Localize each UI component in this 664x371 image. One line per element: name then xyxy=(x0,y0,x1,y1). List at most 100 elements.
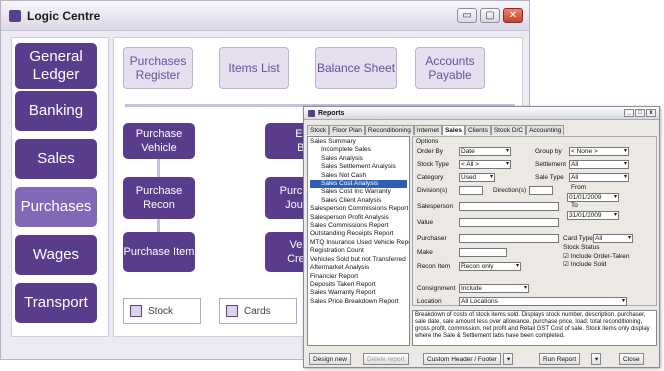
reports-maximize-button[interactable]: □ xyxy=(635,109,645,117)
run-dropdown-button[interactable]: ▾ xyxy=(591,353,601,365)
tree-item[interactable]: Sales Analysis xyxy=(310,155,407,163)
report-tab-stock[interactable]: Stock xyxy=(307,125,330,135)
title-bar: Logic Centre ▭ ▢ ✕ xyxy=(1,1,529,31)
purchase-vehicle-button[interactable]: Purchase Vehicle xyxy=(123,123,195,159)
items-list-button[interactable]: Items List xyxy=(219,47,289,89)
nav-general-ledger[interactable]: General Ledger xyxy=(15,43,97,89)
recon-select[interactable]: Recon only xyxy=(459,262,521,271)
sale-type-select[interactable]: All xyxy=(569,173,629,182)
report-tab-clients[interactable]: Clients xyxy=(464,125,491,135)
direction-label: Direction(s) xyxy=(493,187,527,194)
tree-item[interactable]: Sales Client Analysis xyxy=(310,197,407,205)
order-by-label: Order By xyxy=(417,148,444,155)
order-taken-checkbox[interactable]: ☑ Include Order-Taken xyxy=(563,252,630,260)
run-report-button[interactable]: Run Report xyxy=(539,353,581,365)
tree-item[interactable]: Deposits Taken Report xyxy=(310,281,407,289)
report-tab-accounting[interactable]: Accounting xyxy=(526,125,565,135)
tree-item[interactable]: Sales Cost Inc Warranty xyxy=(310,188,407,196)
nav-purchases[interactable]: Purchases xyxy=(15,187,97,227)
custom-header-footer-button[interactable]: Custom Header / Footer xyxy=(423,353,501,365)
report-tab-floor-plan[interactable]: Floor Plan xyxy=(329,125,365,135)
stock-type-select[interactable]: < All > xyxy=(459,160,511,169)
accounts-payable-button[interactable]: Accounts Payable xyxy=(415,47,485,89)
salesperson-input[interactable] xyxy=(459,202,559,211)
close-report-button[interactable]: Close xyxy=(619,353,644,365)
custom-dropdown-button[interactable]: ▾ xyxy=(503,353,513,365)
tree-item[interactable]: Sales Settlement Analysis xyxy=(310,163,407,171)
purchase-recon-button[interactable]: Purchase Recon xyxy=(123,177,195,219)
report-tab-internet[interactable]: Internet xyxy=(413,125,442,135)
options-label: Options xyxy=(416,138,439,145)
category-label: Category xyxy=(417,174,444,181)
reports-close-button[interactable]: x xyxy=(646,109,656,117)
salesperson-label: Salesperson xyxy=(417,203,454,210)
stock-type-label: Stock Type xyxy=(417,161,450,168)
tree-item[interactable]: Aftermarket Analysis xyxy=(310,264,407,272)
make-input[interactable] xyxy=(459,248,507,257)
settlement-select[interactable]: All xyxy=(569,160,629,169)
tree-item[interactable]: Salesperson Profit Analysis xyxy=(310,214,407,222)
purchases-register-button[interactable]: Purchases Register xyxy=(123,47,193,89)
location-select[interactable]: All Locations xyxy=(459,297,627,306)
tree-item[interactable]: Outstanding Receipts Report xyxy=(310,230,407,238)
reports-footer: Design new Delete report Custom Header /… xyxy=(307,352,656,366)
cards-button[interactable]: Cards xyxy=(219,298,297,324)
nav-transport[interactable]: Transport xyxy=(15,283,97,323)
tree-item[interactable]: Sales Warranty Report xyxy=(310,289,407,297)
tree-item[interactable]: Sales Commissions Report xyxy=(310,222,407,230)
close-button[interactable]: ✕ xyxy=(503,8,523,23)
settlement-label: Settlement xyxy=(535,161,567,168)
from-label: From xyxy=(571,184,587,191)
division-label: Division(s) xyxy=(417,187,448,194)
window-title: Logic Centre xyxy=(27,8,101,23)
to-date-input[interactable]: 31/01/2009 xyxy=(567,211,619,220)
consignment-select[interactable]: Include xyxy=(459,284,529,293)
tree-item[interactable]: Registration Count xyxy=(310,247,407,255)
balance-sheet-button[interactable]: Balance Sheet xyxy=(315,47,397,89)
report-tab-stock-d-c[interactable]: Stock D/C xyxy=(490,125,527,135)
reports-title: Reports xyxy=(318,109,345,117)
report-description: Breakdown of costs of stock items sold. … xyxy=(412,310,657,346)
division-input[interactable] xyxy=(459,186,483,195)
design-new-button[interactable]: Design new xyxy=(309,353,351,365)
purchase-item-button[interactable]: Purchase Item xyxy=(123,232,195,272)
stock-icon xyxy=(130,305,142,317)
minimize-button[interactable]: ▭ xyxy=(457,8,477,23)
nav-banking[interactable]: Banking xyxy=(15,91,97,131)
tree-item[interactable]: Sales Summary xyxy=(310,138,407,146)
stock-button[interactable]: Stock xyxy=(123,298,201,324)
reports-icon xyxy=(308,109,315,117)
tree-item[interactable]: Vehicles Sold but not Transferred xyxy=(310,256,407,264)
tree-item[interactable]: Salesperson Commissions Report xyxy=(310,205,408,213)
group-by-select[interactable]: < None > xyxy=(569,147,629,156)
recon-label: Recon Item xyxy=(417,263,451,270)
purchaser-label: Purchaser xyxy=(417,235,447,242)
from-date-input[interactable]: 01/01/2009 xyxy=(567,193,619,202)
sale-type-label: Sale Type xyxy=(535,174,564,181)
card-type-label: Card Type xyxy=(563,235,593,242)
order-by-select[interactable]: Date xyxy=(459,147,511,156)
tree-item[interactable]: Sales Price Breakdown Report xyxy=(310,298,407,306)
stock-status-label: Stock Status xyxy=(563,244,600,251)
reports-minimize-button[interactable]: _ xyxy=(624,109,634,117)
tree-item[interactable]: Sales Not Cash xyxy=(310,172,407,180)
nav-sales[interactable]: Sales xyxy=(15,139,97,179)
report-tab-reconditioning[interactable]: Reconditioning xyxy=(364,125,414,135)
report-tree: Sales Summary Incomplete Sales Sales Analy… xyxy=(307,136,410,346)
tree-item[interactable]: Incomplete Sales xyxy=(310,146,407,154)
tree-item[interactable]: Sales Cost Analysis xyxy=(310,180,407,189)
include-sold-checkbox[interactable]: ☑ Include Sold xyxy=(563,260,606,268)
reports-window: Reports _ □ x Stock Floor Plan Recondition… xyxy=(303,106,660,368)
card-type-select[interactable]: All xyxy=(593,234,633,243)
include-sold-label: Include Sold xyxy=(570,261,607,268)
report-tab-sales[interactable]: Sales xyxy=(441,125,465,135)
tree-item[interactable]: MTQ Insurance Used Vehicle Report xyxy=(310,239,409,247)
tree-item[interactable]: Financier Report xyxy=(310,273,407,281)
purchaser-input[interactable] xyxy=(459,234,559,243)
nav-wages[interactable]: Wages xyxy=(15,235,97,275)
direction-input[interactable] xyxy=(529,186,553,195)
category-select[interactable]: Used xyxy=(459,173,495,182)
value-input[interactable] xyxy=(459,218,559,227)
delete-report-button[interactable]: Delete report xyxy=(363,353,409,365)
maximize-button[interactable]: ▢ xyxy=(480,8,500,23)
